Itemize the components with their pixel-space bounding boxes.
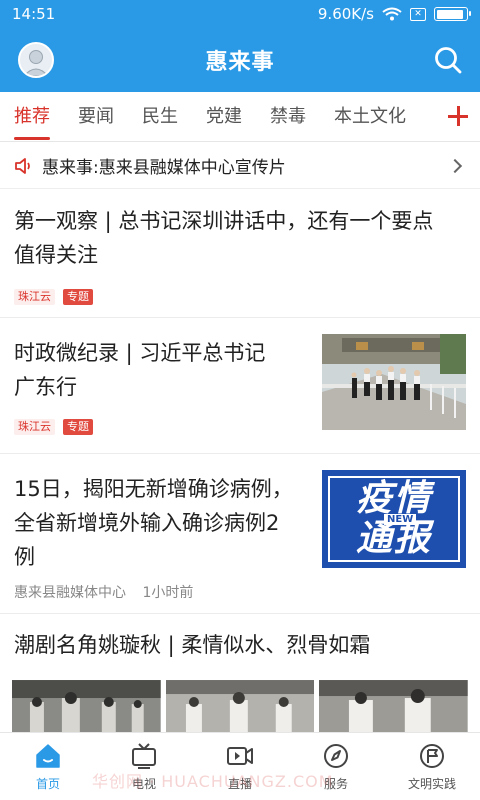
- nav-label: 直播: [227, 777, 252, 791]
- article-card[interactable]: 第一观察 | 总书记深圳讲话中，还有一个要点 值得关注 珠江云 专题: [0, 190, 480, 318]
- source-tag: 珠江云: [14, 419, 55, 435]
- chevron-right-icon: [447, 158, 463, 173]
- nav-home[interactable]: 首页: [0, 733, 96, 800]
- article-source: 惠来县融媒体中心: [14, 585, 126, 601]
- article-thumbnail: 疫情 NEW 通报: [322, 470, 466, 568]
- app-header: 惠来事: [0, 28, 480, 92]
- tab-livelihood[interactable]: 民生: [128, 92, 192, 142]
- nav-label: 首页: [35, 777, 60, 791]
- thumb-badge: NEW: [384, 514, 417, 525]
- status-indicators: 9.60K/s ✕: [317, 5, 471, 23]
- tab-antidrug[interactable]: 禁毒: [256, 92, 320, 142]
- article-title: 潮剧名角姚璇秋 | 柔情似水、烈骨如霜: [14, 633, 371, 657]
- article-time: 1小时前: [142, 585, 194, 601]
- article-title: 时政微纪录 | 习近平总书记 广东行: [14, 341, 266, 399]
- tab-local-culture[interactable]: 本土文化: [320, 92, 420, 142]
- nav-label: 文明实践: [407, 777, 456, 791]
- gallery-image: [165, 680, 315, 732]
- network-speed: 9.60K/s: [317, 5, 374, 23]
- user-avatar-icon: [23, 50, 49, 76]
- sim-icon: ✕: [410, 7, 426, 21]
- tab-party[interactable]: 党建: [192, 92, 256, 142]
- news-feed: 第一观察 | 总书记深圳讲话中，还有一个要点 值得关注 珠江云 专题 时政微纪录 …: [0, 190, 480, 732]
- battery-icon: [434, 7, 471, 21]
- add-tab-icon[interactable]: [446, 104, 470, 128]
- nav-label: 服务: [323, 777, 348, 791]
- article-meta: 惠来县融媒体中心 1小时前: [14, 582, 193, 602]
- nav-service[interactable]: 服务: [288, 733, 384, 800]
- nav-label: 电视: [131, 777, 156, 791]
- article-thumbnail: [322, 334, 466, 430]
- bottom-nav: 首页 电视 直播 服务 文明实践: [0, 732, 480, 800]
- source-tag: 珠江云: [14, 289, 55, 305]
- tab-recommend[interactable]: 推荐: [0, 92, 64, 142]
- tab-news[interactable]: 要闻: [64, 92, 128, 142]
- notice-bar[interactable]: 惠来事:惠来县融媒体中心宣传片: [0, 143, 480, 189]
- article-tags: 珠江云 专题: [14, 288, 101, 305]
- topic-tag: 专题: [63, 289, 93, 305]
- search-icon[interactable]: [432, 44, 464, 76]
- tv-icon: [132, 743, 156, 769]
- article-card[interactable]: 时政微纪录 | 习近平总书记 广东行 珠江云 专题: [0, 318, 480, 454]
- live-camera-icon: [227, 747, 253, 765]
- status-bar: 14:51 9.60K/s ✕: [0, 0, 480, 28]
- category-tabs: 推荐 要闻 民生 党建 禁毒 本土文化: [0, 92, 480, 142]
- status-time: 14:51: [12, 5, 56, 23]
- topic-tag: 专题: [63, 419, 93, 435]
- article-title: 第一观察 | 总书记深圳讲话中，还有一个要点 值得关注: [14, 209, 434, 267]
- speaker-icon: [15, 157, 30, 174]
- nav-tv[interactable]: 电视: [96, 733, 192, 800]
- notice-text: 惠来事:惠来县融媒体中心宣传片: [42, 158, 286, 178]
- nav-live[interactable]: 直播: [192, 733, 288, 800]
- compass-icon: [324, 744, 348, 768]
- article-title: 15日，揭阳无新增确诊病例， 全省新增境外输入确诊病例2 例: [14, 477, 293, 569]
- gallery-image: [319, 680, 469, 732]
- article-gallery: [12, 680, 469, 732]
- article-card[interactable]: 潮剧名角姚璇秋 | 柔情似水、烈骨如霜: [0, 614, 480, 732]
- avatar[interactable]: [18, 42, 54, 78]
- flag-icon: [420, 744, 444, 768]
- article-card[interactable]: 15日，揭阳无新增确诊病例， 全省新增境外输入确诊病例2 例 惠来县融媒体中心 …: [0, 454, 480, 614]
- wifi-icon: [382, 7, 402, 21]
- gallery-image: [12, 680, 161, 732]
- article-tags: 珠江云 专题: [14, 418, 101, 435]
- nav-civilization[interactable]: 文明实践: [384, 733, 480, 800]
- home-icon: [36, 744, 60, 768]
- app-title: 惠来事: [205, 50, 275, 75]
